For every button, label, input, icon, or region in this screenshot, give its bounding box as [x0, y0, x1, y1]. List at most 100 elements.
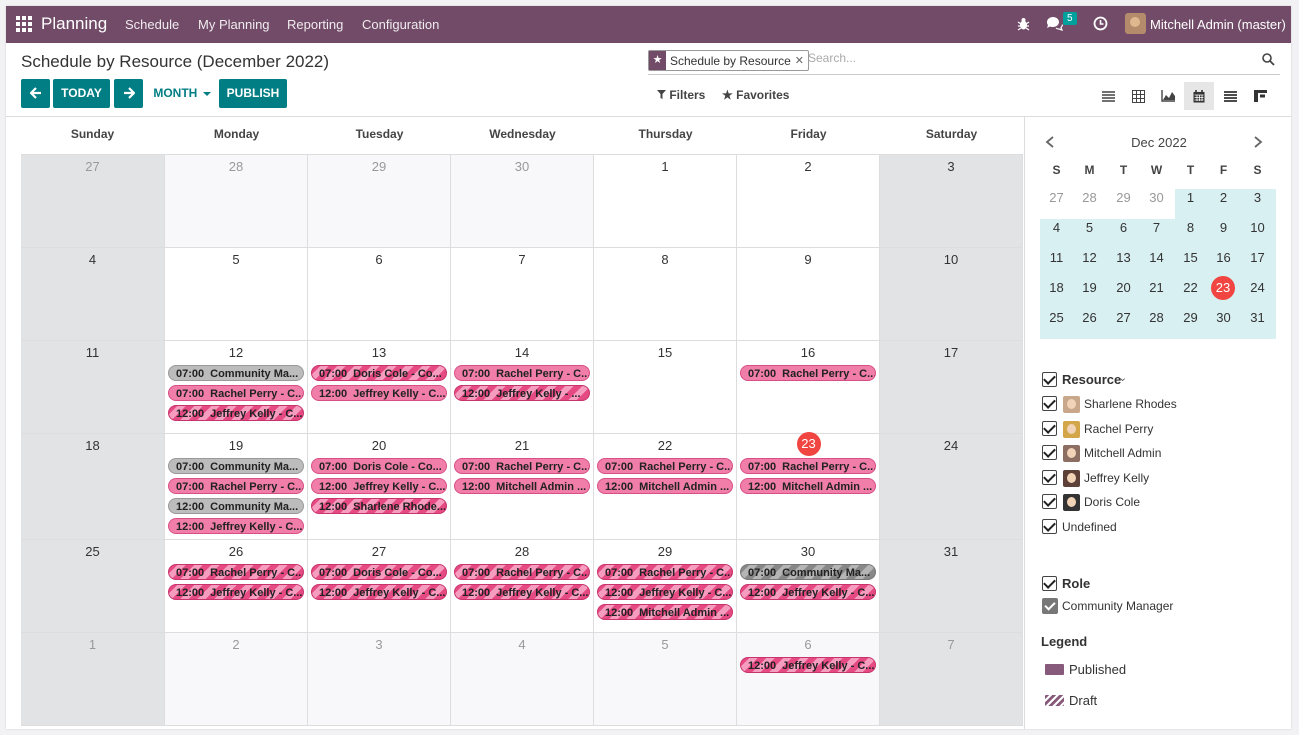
planning-shift[interactable]: 07:00 Rachel Perry - C...: [597, 458, 733, 474]
pivot-view-button[interactable]: [1123, 82, 1153, 110]
planning-shift[interactable]: 12:00 Jeffrey Kelly - C...: [740, 657, 876, 673]
day-cell[interactable]: 16: [737, 341, 880, 434]
mini-day[interactable]: 17: [1241, 243, 1274, 273]
resource-label[interactable]: Mitchell Admin: [1084, 446, 1161, 460]
day-cell[interactable]: 4: [21, 248, 165, 341]
planning-shift[interactable]: 12:00 Mitchell Admin ...: [454, 478, 590, 494]
resource-group-checkbox[interactable]: [1042, 372, 1057, 387]
planning-shift[interactable]: 12:00 Community Ma...: [168, 498, 304, 514]
role-group-checkbox[interactable]: [1042, 576, 1057, 591]
debug-bug-icon[interactable]: [1017, 17, 1030, 31]
day-cell[interactable]: 5: [594, 633, 737, 726]
mini-day[interactable]: 29: [1107, 183, 1140, 213]
day-cell[interactable]: 27: [21, 154, 165, 248]
planning-shift[interactable]: 12:00 Jeffrey Kelly - C...: [740, 584, 876, 600]
day-cell[interactable]: 9: [737, 248, 880, 341]
day-cell[interactable]: 6: [308, 248, 451, 341]
mini-day[interactable]: 26: [1073, 303, 1106, 333]
activity-clock-icon[interactable]: [1093, 16, 1108, 31]
day-cell[interactable]: 10: [880, 248, 1023, 341]
mini-day[interactable]: 24: [1241, 273, 1274, 303]
mini-day[interactable]: 6: [1107, 213, 1140, 243]
search-input[interactable]: [808, 51, 1248, 65]
day-cell[interactable]: 3: [880, 154, 1023, 248]
calendar-view-button[interactable]: [1184, 82, 1214, 110]
day-cell[interactable]: 2: [737, 154, 880, 248]
mini-day[interactable]: 27: [1040, 183, 1073, 213]
planning-shift[interactable]: 07:00 Rachel Perry - C...: [168, 385, 304, 401]
mini-day[interactable]: 16: [1207, 243, 1240, 273]
planning-shift[interactable]: 12:00 Jeffrey Kelly - ...: [454, 385, 590, 401]
mini-day[interactable]: 22: [1174, 273, 1207, 303]
planning-shift[interactable]: 07:00 Community Ma...: [740, 564, 876, 580]
day-cell[interactable]: 15: [594, 341, 737, 434]
planning-shift[interactable]: 12:00 Jeffrey Kelly - C...: [311, 478, 447, 494]
planning-shift[interactable]: 07:00 Rachel Perry - C...: [597, 564, 733, 580]
mini-day[interactable]: 28: [1140, 303, 1173, 333]
mini-day[interactable]: 25: [1040, 303, 1073, 333]
day-cell[interactable]: 30: [451, 154, 594, 248]
day-cell[interactable]: 29: [308, 154, 451, 248]
user-avatar[interactable]: [1125, 13, 1146, 34]
day-cell[interactable]: 4: [451, 633, 594, 726]
mini-today[interactable]: 23: [1207, 273, 1240, 303]
day-cell[interactable]: 7: [880, 633, 1023, 726]
mini-day[interactable]: 29: [1174, 303, 1207, 333]
resource-checkbox[interactable]: [1042, 469, 1057, 485]
resource-label[interactable]: Undefined: [1062, 520, 1117, 534]
planning-shift[interactable]: 07:00 Community Ma...: [168, 365, 304, 381]
mini-day[interactable]: 19: [1073, 273, 1106, 303]
previous-button[interactable]: [21, 79, 50, 108]
mini-day[interactable]: 21: [1140, 273, 1173, 303]
graph-view-button[interactable]: [1153, 82, 1183, 110]
mini-next-icon[interactable]: [1253, 135, 1263, 153]
resource-checkbox[interactable]: [1042, 518, 1057, 534]
mini-day[interactable]: 30: [1207, 303, 1240, 333]
messages-icon[interactable]: [1046, 16, 1063, 31]
planning-shift[interactable]: 07:00 Rachel Perry - C...: [454, 564, 590, 580]
planning-shift[interactable]: 12:00 Jeffrey Kelly - C...: [597, 584, 733, 600]
mini-day[interactable]: 28: [1073, 183, 1106, 213]
mini-day[interactable]: 30: [1140, 183, 1173, 213]
mini-day[interactable]: 7: [1140, 213, 1173, 243]
mini-day[interactable]: 27: [1107, 303, 1140, 333]
day-cell[interactable]: 25: [21, 540, 165, 633]
menu-configuration[interactable]: Configuration: [362, 17, 439, 32]
mini-day[interactable]: 31: [1241, 303, 1274, 333]
planning-shift[interactable]: 12:00 Sharlene Rhode...: [311, 498, 447, 514]
mini-day[interactable]: 14: [1140, 243, 1173, 273]
chevron-down-icon[interactable]: ⌄: [1118, 371, 1127, 384]
day-cell[interactable]: 5: [165, 248, 308, 341]
user-menu[interactable]: Mitchell Admin (master): [1150, 17, 1286, 32]
mini-day[interactable]: 13: [1107, 243, 1140, 273]
menu-reporting[interactable]: Reporting: [287, 17, 343, 32]
app-name[interactable]: Planning: [41, 14, 107, 34]
scale-dropdown[interactable]: MONTH: [149, 79, 215, 108]
day-cell[interactable]: 31: [880, 540, 1023, 633]
mini-day[interactable]: 20: [1107, 273, 1140, 303]
resource-checkbox[interactable]: [1042, 420, 1057, 436]
day-cell[interactable]: 1: [21, 633, 165, 726]
day-cell[interactable]: 18: [21, 434, 165, 540]
planning-shift[interactable]: 12:00 Jeffrey Kelly - C...: [454, 584, 590, 600]
mini-day[interactable]: 8: [1174, 213, 1207, 243]
planning-shift[interactable]: 07:00 Rachel Perry - C...: [740, 458, 876, 474]
mini-day[interactable]: 18: [1040, 273, 1073, 303]
mini-day[interactable]: 12: [1073, 243, 1106, 273]
resource-label[interactable]: Rachel Perry: [1084, 422, 1153, 436]
planning-shift[interactable]: 07:00 Rachel Perry - C...: [740, 365, 876, 381]
planning-shift[interactable]: 07:00 Rachel Perry - C...: [168, 564, 304, 580]
list-view-button[interactable]: [1093, 82, 1123, 110]
planning-shift[interactable]: 07:00 Doris Cole - Co...: [311, 458, 447, 474]
day-cell[interactable]: 7: [451, 248, 594, 341]
mini-day[interactable]: 11: [1040, 243, 1073, 273]
mini-day[interactable]: 4: [1040, 213, 1073, 243]
mini-day[interactable]: 9: [1207, 213, 1240, 243]
next-button[interactable]: [114, 79, 143, 108]
publish-button[interactable]: PUBLISH: [219, 79, 287, 108]
search-icon[interactable]: [1262, 53, 1275, 66]
mini-day[interactable]: 5: [1073, 213, 1106, 243]
day-cell[interactable]: 2: [165, 633, 308, 726]
today-button[interactable]: TODAY: [53, 79, 110, 108]
role-label[interactable]: Community Manager: [1062, 599, 1173, 613]
